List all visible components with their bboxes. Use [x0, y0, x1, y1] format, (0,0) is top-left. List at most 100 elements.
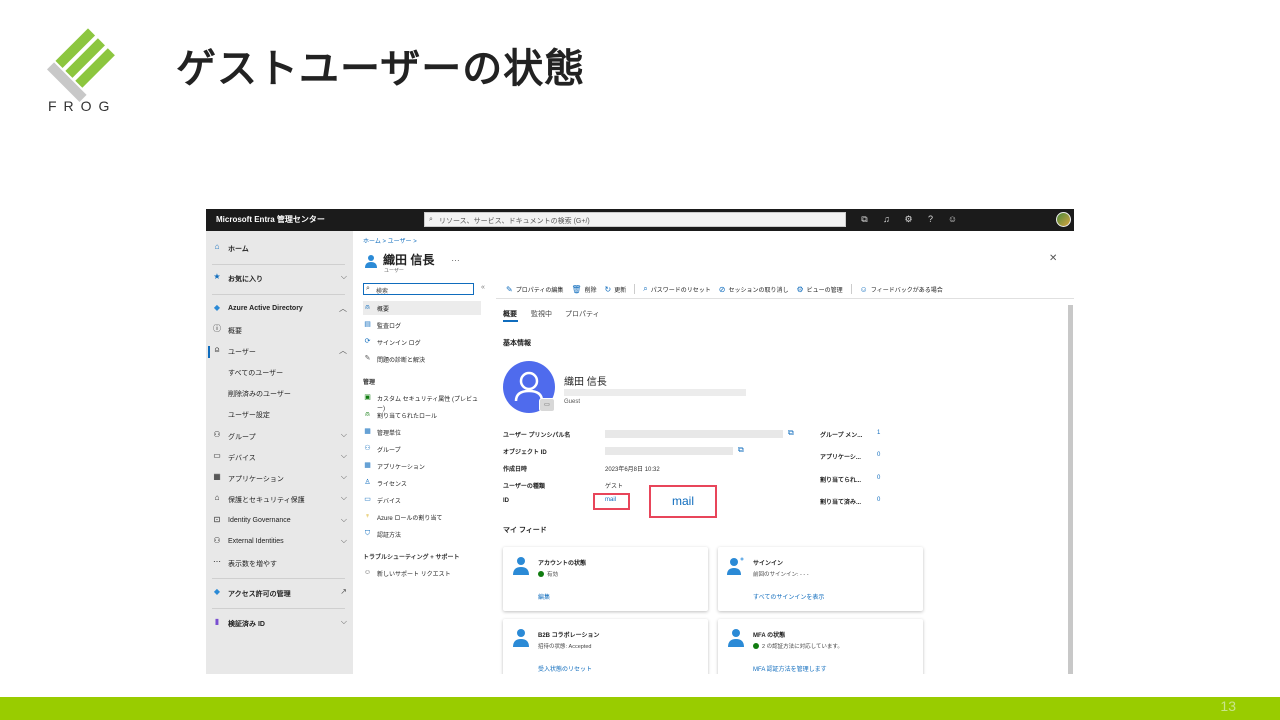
tab-overview[interactable]: 概要 — [503, 309, 517, 319]
tab-properties[interactable]: プロパティ — [565, 309, 600, 319]
device-icon: ▭ — [213, 451, 221, 460]
highlight-box — [593, 493, 630, 510]
menu-admin-units[interactable]: ▦ 管理単位 — [363, 425, 483, 439]
person-icon: ⍝ — [365, 304, 370, 311]
nav-show-more[interactable]: ⋯ 表示数を増やす — [206, 554, 353, 572]
button-label: フィードバックがある場合 — [870, 287, 943, 294]
card-link[interactable]: MFA 認証方法を管理します — [753, 664, 827, 673]
user-subtitle: ユーザー — [384, 268, 404, 274]
nav-devices[interactable]: ▭ デバイス ⌵ — [206, 448, 353, 466]
button-label: プロパティの編集 — [515, 287, 564, 294]
menu-devices[interactable]: ▭ デバイス — [363, 493, 483, 507]
portal-switch-icon[interactable]: ⧉ — [858, 213, 871, 226]
menu-signin-logs[interactable]: ⟳ サインイン ログ — [363, 335, 483, 349]
menu-label: グループ — [377, 448, 401, 454]
breadcrumb[interactable]: ホーム > ユーザー > — [363, 236, 417, 245]
nav-label: 検証済み ID — [228, 621, 265, 628]
nav-home[interactable]: ⌂ ホーム — [206, 239, 353, 257]
object-id-label: オブジェクト ID — [503, 450, 547, 456]
chevron-down-icon: ⌵ — [340, 272, 347, 281]
chevron-down-icon: ⌵ — [340, 451, 347, 460]
feedback-icon: ☺ — [859, 284, 868, 294]
check-icon — [753, 643, 759, 649]
menu-applications[interactable]: ▦ アプリケーション — [363, 459, 483, 473]
bell-icon[interactable]: ♫ — [880, 213, 893, 226]
button-label: セッションの取り消し — [728, 287, 789, 294]
nav-verified-id[interactable]: ▮ 検証済み ID ⌵ — [206, 614, 353, 632]
nav-user-settings[interactable]: ユーザー設定 — [206, 405, 353, 423]
nav-favorites[interactable]: ★ お気に入り ⌵ — [206, 269, 353, 287]
group-icon: ⚇ — [213, 430, 221, 439]
nav-all-users[interactable]: すべてのユーザー — [206, 363, 353, 381]
scrollbar[interactable] — [1068, 305, 1073, 674]
manage-view-button[interactable]: ⚙ ビューの管理 — [796, 285, 842, 294]
permissions-icon: ◆ — [213, 587, 221, 596]
nav-permissions[interactable]: ◆ アクセス許可の管理 ↗ — [206, 584, 353, 602]
nav-deleted-users[interactable]: 削除済みのユーザー — [206, 384, 353, 402]
menu-search-placeholder: 検索 — [376, 289, 389, 295]
menu-search-input[interactable]: ⌕ 検索 — [363, 283, 474, 295]
created-label: 作成日時 — [503, 467, 528, 473]
menu-support-request[interactable]: ☺ 新しいサポート リクエスト — [363, 566, 483, 580]
chevron-down-icon: ⌵ — [340, 536, 347, 545]
delete-button[interactable]: 🗑 削除 — [571, 285, 596, 294]
feedback-button[interactable]: ☺ フィードバックがある場合 — [860, 285, 943, 294]
close-button[interactable]: ✕ — [1049, 253, 1057, 264]
help-icon[interactable]: ? — [924, 213, 937, 226]
menu-label: デバイス — [377, 499, 401, 505]
nav-applications[interactable]: ▦ アプリケーション ⌵ — [206, 469, 353, 487]
copy-icon[interactable]: ⧉ — [738, 445, 744, 455]
stat-value[interactable]: 1 — [877, 430, 880, 436]
nav-identity-governance[interactable]: ⊡ Identity Governance ⌵ — [206, 512, 353, 530]
edit-properties-button[interactable]: ✎ プロパティの編集 — [506, 285, 563, 294]
nav-overview[interactable]: ⓘ 概要 — [206, 321, 353, 339]
menu-overview[interactable]: ⍝ 概要 — [363, 301, 481, 315]
stat-label: アプリケーシ... — [820, 455, 861, 461]
pencil-icon: ✎ — [506, 284, 513, 294]
menu-diagnose[interactable]: ✎ 問題の診断と解決 — [363, 352, 483, 366]
reset-password-button[interactable]: ⌕ パスワードのリセット — [643, 284, 711, 294]
lock-icon: ⌂ — [214, 493, 220, 502]
global-search-input[interactable]: ⌕ リソース、サービス、ドキュメントの検索 (G+/) — [424, 212, 846, 227]
nav-users[interactable]: ⍝ ユーザー ︿ — [206, 342, 353, 360]
menu-groups[interactable]: ⚇ グループ — [363, 442, 483, 456]
global-search-placeholder: リソース、サービス、ドキュメントの検索 (G+/) — [439, 218, 590, 225]
menu-azure-roles[interactable]: ♆ Azure ロールの割り当て — [363, 510, 483, 524]
menu-auth-methods[interactable]: ⛉ 認証方法 — [363, 527, 483, 541]
card-title: B2B コラボレーション — [538, 633, 600, 639]
user-icon — [513, 629, 529, 647]
account-avatar[interactable] — [1056, 212, 1071, 227]
card-link[interactable]: すべてのサインインを表示 — [753, 592, 824, 601]
feedback-icon[interactable]: ☺ — [946, 213, 959, 226]
menu-custom-attributes[interactable]: ▣ カスタム セキュリティ属性 (プレビュー) — [363, 391, 483, 412]
log-icon: ▤ — [364, 321, 371, 328]
revoke-sessions-button[interactable]: ⊘ セッションの取り消し — [719, 285, 789, 294]
stat-value[interactable]: 0 — [877, 452, 880, 458]
card-link[interactable]: 受入状態のリセット — [538, 664, 592, 673]
menu-audit-logs[interactable]: ▤ 監査ログ — [363, 318, 483, 332]
menu-licenses[interactable]: ♙ ライセンス — [363, 476, 483, 490]
left-nav: ⌂ ホーム ★ お気に入り ⌵ ◆ Azure Active Directory… — [206, 231, 353, 674]
menu-label: Azure ロールの割り当て — [377, 516, 443, 522]
nav-protection[interactable]: ⌂ 保護とセキュリティ保護 ⌵ — [206, 490, 353, 508]
menu-label: 監査ログ — [377, 324, 402, 330]
nav-azure-ad[interactable]: ◆ Azure Active Directory ︿ — [206, 300, 353, 318]
nav-label: External Identities — [228, 538, 284, 545]
gear-icon: ⚙ — [796, 284, 804, 294]
more-options-button[interactable]: … — [451, 253, 460, 263]
tab-monitoring[interactable]: 監視中 — [531, 309, 552, 319]
copy-icon[interactable]: ⧉ — [788, 428, 794, 438]
card-status: 有効 — [538, 570, 558, 578]
refresh-button[interactable]: ↻ 更新 — [605, 285, 627, 294]
nav-groups[interactable]: ⚇ グループ ⌵ — [206, 427, 353, 445]
roles-icon: ⍝ — [365, 411, 370, 418]
menu-assigned-roles[interactable]: ⍝ 割り当てられたロール — [363, 408, 483, 422]
trash-icon: 🗑 — [571, 284, 582, 294]
gear-icon[interactable]: ⚙ — [902, 213, 915, 226]
card-link[interactable]: 編集 — [538, 592, 550, 601]
collapse-menu-button[interactable]: « — [481, 284, 485, 291]
nav-external-identities[interactable]: ⚇ External Identities ⌵ — [206, 533, 353, 551]
guest-badge-icon: ▭ — [539, 398, 555, 412]
stat-value[interactable]: 0 — [877, 475, 880, 481]
stat-value[interactable]: 0 — [877, 497, 880, 503]
